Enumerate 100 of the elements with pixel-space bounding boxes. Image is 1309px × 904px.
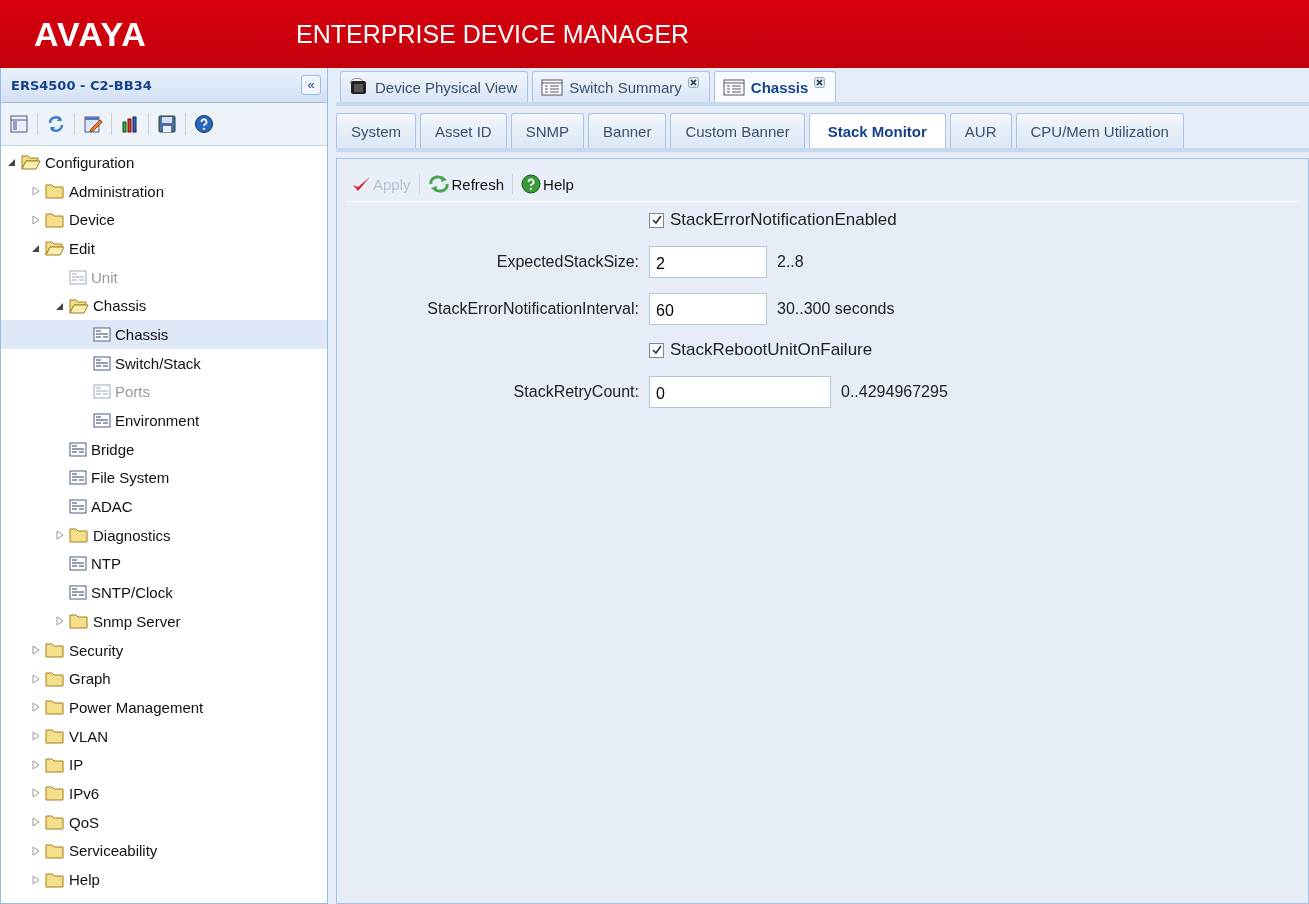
page-icon — [541, 78, 564, 96]
expand-arrow-icon[interactable] — [31, 186, 41, 197]
close-icon[interactable] — [687, 76, 699, 88]
expand-arrow-icon[interactable] — [55, 530, 65, 541]
expand-arrow-icon[interactable] — [31, 817, 41, 828]
tree-item[interactable]: SNTP/Clock — [1, 578, 327, 607]
page-icon — [93, 383, 111, 401]
field-label: StackRetryCount: — [512, 381, 639, 402]
logo: AVAYA — [34, 14, 148, 54]
folder-icon — [45, 727, 65, 746]
tree-item[interactable]: IP — [1, 750, 327, 780]
page-icon — [69, 440, 87, 458]
input-field[interactable]: 2 — [649, 245, 767, 278]
help-icon[interactable] — [194, 114, 214, 134]
layout-icon[interactable] — [9, 114, 29, 134]
expand-arrow-icon[interactable] — [31, 731, 41, 742]
tree-item[interactable]: Chassis — [1, 320, 327, 349]
tree-item[interactable]: Security — [1, 635, 327, 665]
tab[interactable]: SNMP — [510, 113, 585, 148]
checkbox[interactable] — [649, 212, 664, 228]
collapse-arrow-icon[interactable] — [31, 243, 41, 254]
page-icon — [93, 325, 111, 343]
tree-item[interactable]: QoS — [1, 807, 327, 837]
tree-item[interactable]: Administration — [1, 176, 327, 206]
check-icon — [351, 175, 371, 193]
checkbox[interactable] — [649, 342, 664, 358]
tree-item[interactable]: Device — [1, 205, 327, 235]
tree-item[interactable]: NTP — [1, 549, 327, 579]
tab[interactable]: AUR — [949, 113, 1012, 148]
device-title: ERS4500 - C2-BB34 — [11, 77, 152, 93]
document-tab[interactable]: Switch Summary — [532, 71, 710, 102]
folder-icon — [69, 296, 89, 315]
range-hint: 30..300 seconds — [777, 299, 895, 318]
folder-icon — [21, 153, 41, 172]
help-button[interactable]: Help — [521, 174, 574, 194]
folder-icon — [45, 698, 65, 717]
save-icon[interactable] — [157, 114, 177, 134]
tab[interactable]: CPU/Mem Utilization — [1015, 113, 1184, 148]
page-icon — [722, 78, 745, 96]
field-label: ExpectedStackSize: — [495, 251, 639, 272]
bar-chart-icon[interactable] — [120, 114, 140, 134]
tree-item[interactable]: VLAN — [1, 721, 327, 751]
folder-icon — [45, 813, 65, 832]
app-title: ENTERPRISE DEVICE MANAGER — [296, 19, 690, 49]
expand-arrow-icon[interactable] — [31, 759, 41, 770]
refresh-icon[interactable] — [46, 114, 66, 134]
edit-icon[interactable] — [83, 114, 103, 134]
folder-icon — [45, 641, 65, 660]
folder-icon — [45, 182, 65, 201]
page-icon — [69, 469, 87, 487]
tab[interactable]: Asset ID — [420, 113, 507, 148]
document-tab[interactable]: Chassis — [713, 71, 837, 102]
tab[interactable]: System — [336, 113, 416, 148]
tree-item[interactable]: File System — [1, 463, 327, 493]
refresh-button[interactable]: Refresh — [427, 175, 505, 193]
expand-arrow-icon[interactable] — [55, 616, 65, 627]
close-icon[interactable] — [814, 76, 826, 88]
expand-arrow-icon[interactable] — [31, 845, 41, 856]
tree-item[interactable]: Edit — [1, 234, 327, 263]
folder-icon — [69, 612, 89, 631]
folder-icon — [45, 870, 65, 889]
collapse-button[interactable]: « — [301, 75, 321, 95]
document-tab[interactable]: Device Physical View — [340, 71, 529, 102]
tree-item[interactable]: Snmp Server — [1, 607, 327, 636]
refresh-icon — [427, 175, 450, 193]
tree-item[interactable]: Help — [1, 865, 327, 894]
expand-arrow-icon[interactable] — [31, 788, 41, 799]
folder-icon — [45, 239, 65, 258]
tree-item[interactable]: Switch/Stack — [1, 348, 327, 378]
tab[interactable]: Banner — [588, 113, 667, 148]
tree-item[interactable]: Power Management — [1, 693, 327, 722]
folder-icon — [45, 755, 65, 774]
collapse-arrow-icon[interactable] — [7, 157, 17, 168]
input-field[interactable]: 60 — [649, 292, 767, 325]
page-icon — [69, 268, 87, 286]
tree-item[interactable]: ADAC — [1, 492, 327, 521]
check-icon — [651, 215, 662, 225]
expand-arrow-icon[interactable] — [31, 673, 41, 684]
expand-arrow-icon[interactable] — [31, 214, 41, 225]
tree-item[interactable]: Bridge — [1, 434, 327, 464]
tree-item[interactable]: Chassis — [1, 291, 327, 321]
tree-item[interactable]: Serviceability — [1, 836, 327, 866]
tree-item[interactable]: Configuration — [1, 148, 327, 177]
folder-icon — [69, 526, 89, 545]
tree-item[interactable]: IPv6 — [1, 779, 327, 808]
tree-item[interactable]: Environment — [1, 406, 327, 435]
expand-arrow-icon[interactable] — [31, 645, 41, 656]
tree-item[interactable]: Diagnostics — [1, 520, 327, 550]
page-icon — [69, 555, 87, 573]
page-icon — [93, 412, 111, 430]
input-field[interactable]: 0 — [649, 375, 831, 408]
tree-item[interactable]: Graph — [1, 664, 327, 694]
tab[interactable]: Custom Banner — [670, 113, 805, 148]
expand-arrow-icon[interactable] — [31, 874, 41, 885]
page-icon — [69, 498, 87, 516]
folder-icon — [45, 784, 65, 803]
expand-arrow-icon[interactable] — [31, 702, 41, 713]
folder-icon — [45, 210, 65, 229]
range-hint: 0..4294967295 — [841, 382, 948, 401]
tab[interactable]: Stack Monitor — [808, 113, 946, 148]
